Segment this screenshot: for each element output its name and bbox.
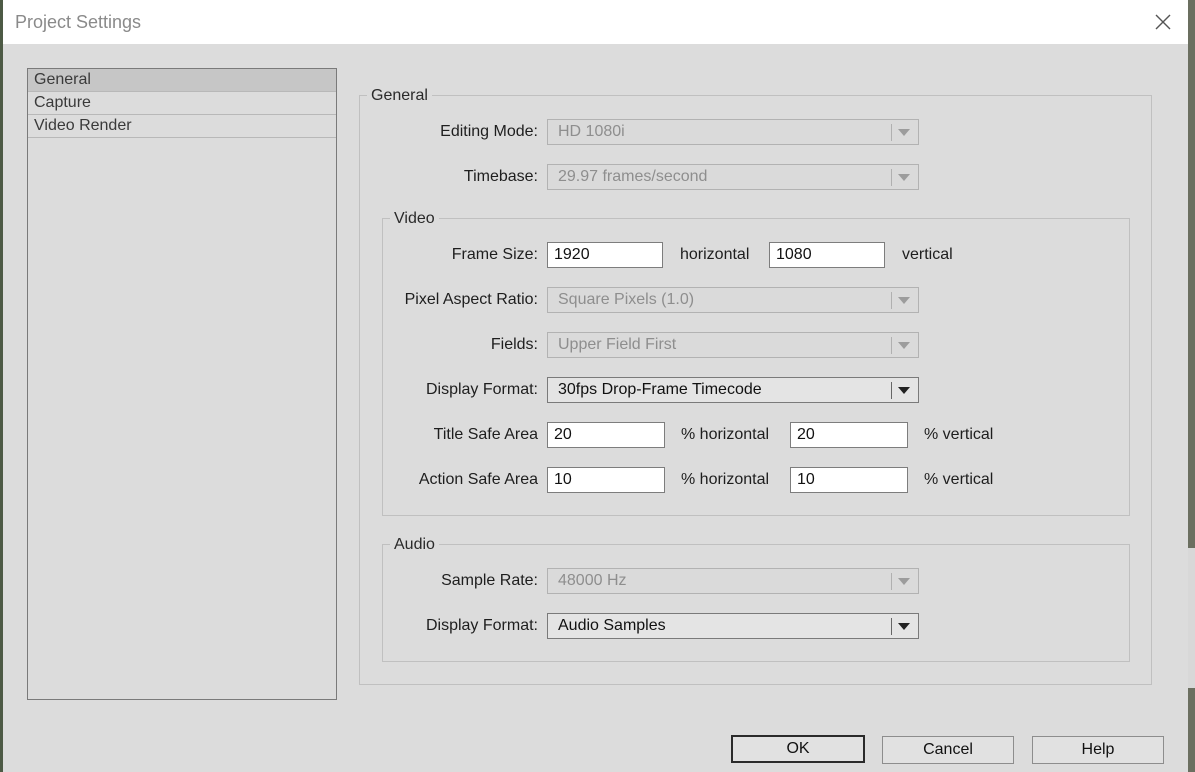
- project-settings-dialog: Project Settings General Capture Video R…: [3, 0, 1188, 772]
- combo-separator: [891, 382, 892, 399]
- title-safe-label: Title Safe Area: [433, 426, 538, 443]
- settings-category-list: General Capture Video Render: [27, 68, 337, 700]
- video-display-format-label: Display Format:: [425, 381, 538, 398]
- timebase-value: 29.97 frames/second: [558, 168, 708, 185]
- sidebar-item-capture[interactable]: Capture: [28, 92, 336, 115]
- video-display-format-value: 30fps Drop-Frame Timecode: [558, 381, 762, 398]
- title-safe-vertical-suffix: % vertical: [924, 426, 994, 443]
- chevron-down-icon: [898, 387, 910, 394]
- audio-display-format-label: Display Format:: [425, 617, 538, 634]
- combo-separator: [891, 618, 892, 635]
- combo-separator: [891, 124, 892, 141]
- pixel-aspect-ratio-select[interactable]: Square Pixels (1.0): [547, 287, 919, 313]
- action-safe-label: Action Safe Area: [418, 471, 538, 488]
- audio-group: [382, 544, 1130, 662]
- background-window-right: [1188, 0, 1195, 772]
- frame-width-suffix: horizontal: [680, 246, 750, 263]
- editing-mode-select[interactable]: HD 1080i: [547, 119, 919, 145]
- combo-separator: [891, 337, 892, 354]
- action-safe-horizontal-suffix: % horizontal: [681, 471, 770, 488]
- combo-separator: [891, 169, 892, 186]
- pixel-aspect-ratio-value: Square Pixels (1.0): [558, 291, 695, 308]
- general-group-label: General: [367, 87, 432, 105]
- chevron-down-icon: [898, 129, 910, 136]
- chevron-down-icon: [898, 623, 910, 630]
- title-bar: Project Settings: [3, 0, 1188, 44]
- fields-label: Fields:: [490, 336, 538, 353]
- close-icon[interactable]: [1149, 8, 1177, 36]
- combo-separator: [891, 292, 892, 309]
- sample-rate-label: Sample Rate:: [441, 572, 538, 589]
- action-safe-vertical-input[interactable]: [790, 467, 908, 493]
- combo-separator: [891, 573, 892, 590]
- sidebar-item-general[interactable]: General: [28, 69, 336, 92]
- frame-size-label: Frame Size:: [451, 246, 538, 263]
- window-title: Project Settings: [15, 12, 142, 32]
- title-safe-horizontal-suffix: % horizontal: [681, 426, 770, 443]
- audio-display-format-value: Audio Samples: [558, 617, 666, 634]
- audio-display-format-select[interactable]: Audio Samples: [547, 613, 919, 639]
- chevron-down-icon: [898, 297, 910, 304]
- sample-rate-value: 48000 Hz: [558, 572, 627, 589]
- pixel-aspect-ratio-label: Pixel Aspect Ratio:: [404, 291, 538, 308]
- frame-width-input[interactable]: [547, 242, 663, 268]
- editing-mode-value: HD 1080i: [558, 123, 625, 140]
- video-display-format-select[interactable]: 30fps Drop-Frame Timecode: [547, 377, 919, 403]
- title-safe-horizontal-input[interactable]: [547, 422, 665, 448]
- audio-group-label: Audio: [390, 536, 439, 554]
- cancel-button[interactable]: Cancel: [882, 736, 1014, 764]
- chevron-down-icon: [898, 174, 910, 181]
- fields-value: Upper Field First: [558, 336, 677, 353]
- sidebar-item-video-render[interactable]: Video Render: [28, 115, 336, 138]
- sample-rate-select[interactable]: 48000 Hz: [547, 568, 919, 594]
- ok-button[interactable]: OK: [731, 735, 865, 763]
- chevron-down-icon: [898, 342, 910, 349]
- title-safe-vertical-input[interactable]: [790, 422, 908, 448]
- frame-height-suffix: vertical: [902, 246, 953, 263]
- frame-height-input[interactable]: [769, 242, 885, 268]
- action-safe-vertical-suffix: % vertical: [924, 471, 994, 488]
- help-button[interactable]: Help: [1032, 736, 1164, 764]
- video-group-label: Video: [390, 210, 439, 228]
- chevron-down-icon: [898, 578, 910, 585]
- timebase-select[interactable]: 29.97 frames/second: [547, 164, 919, 190]
- fields-select[interactable]: Upper Field First: [547, 332, 919, 358]
- timebase-label: Timebase:: [463, 168, 538, 185]
- editing-mode-label: Editing Mode:: [440, 123, 538, 140]
- action-safe-horizontal-input[interactable]: [547, 467, 665, 493]
